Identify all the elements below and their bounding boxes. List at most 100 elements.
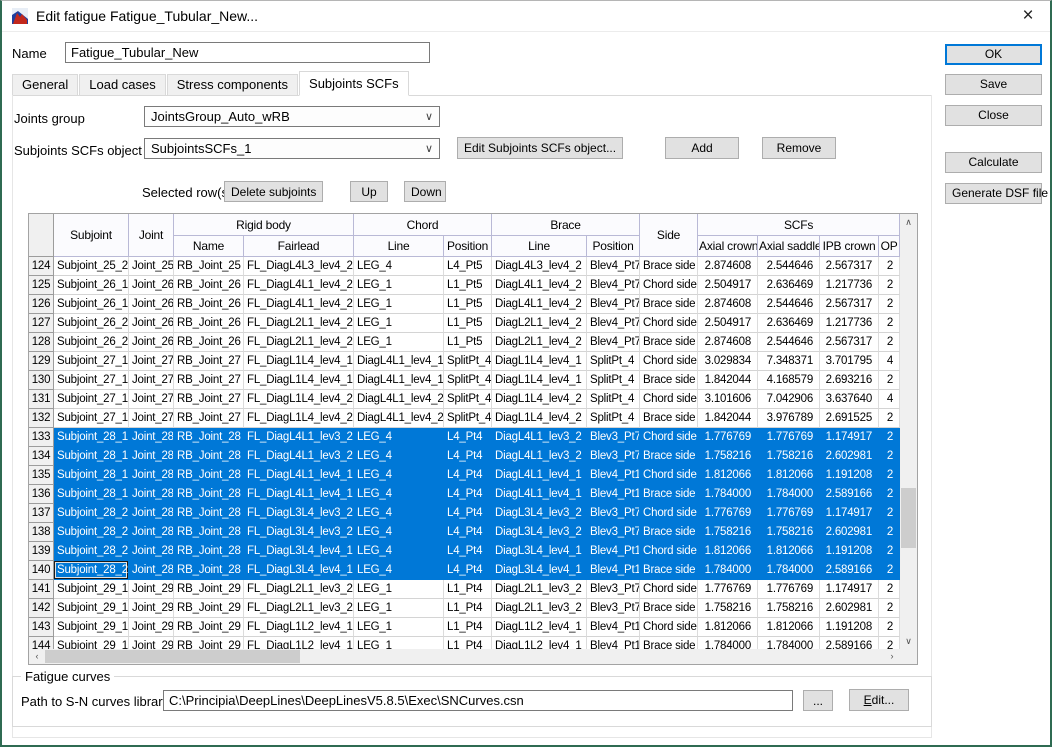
cell[interactable]: 2.602981 bbox=[820, 523, 880, 542]
cell[interactable]: 1.812066 bbox=[698, 542, 759, 561]
cell[interactable]: 2.567317 bbox=[820, 333, 880, 352]
cell[interactable]: Blev4_Pt1 bbox=[587, 542, 641, 561]
cell[interactable]: SplitPt_4 bbox=[587, 390, 641, 409]
cell[interactable]: DiagL4L1_lev4_1 bbox=[492, 466, 588, 485]
row-number[interactable]: 128 bbox=[29, 333, 54, 352]
cell[interactable]: Joint_25 bbox=[129, 257, 174, 276]
cell[interactable]: RB_Joint_25 bbox=[174, 257, 244, 276]
cell[interactable]: L4_Pt4 bbox=[444, 485, 493, 504]
cell[interactable]: RB_Joint_29 bbox=[174, 637, 244, 649]
cell[interactable]: 2.567317 bbox=[820, 295, 880, 314]
cell[interactable]: DiagL4L1_lev4_2 bbox=[354, 409, 445, 428]
cell[interactable]: L4_Pt4 bbox=[444, 504, 493, 523]
horizontal-scroll-thumb[interactable] bbox=[45, 650, 300, 663]
cell[interactable]: RB_Joint_28 bbox=[174, 428, 244, 447]
cell[interactable]: 2.693216 bbox=[820, 371, 880, 390]
cell[interactable]: Subjoint_27_1 bbox=[54, 352, 129, 371]
cell[interactable]: 2.636469 bbox=[758, 314, 821, 333]
cell[interactable]: Blev4_Pt7 bbox=[587, 333, 641, 352]
cell[interactable]: SplitPt_4 bbox=[444, 409, 493, 428]
cell[interactable]: Blev4_Pt1 bbox=[587, 618, 641, 637]
cell[interactable]: DiagL2L1_lev3_2 bbox=[492, 599, 588, 618]
cell[interactable]: L1_Pt4 bbox=[444, 637, 493, 649]
cell[interactable]: 1.812066 bbox=[758, 542, 821, 561]
cell[interactable]: Joint_27 bbox=[129, 409, 174, 428]
edit-sn-curves-button[interactable]: Edit... bbox=[849, 689, 909, 711]
cell[interactable]: 1.776769 bbox=[758, 580, 821, 599]
cell[interactable]: Chord side bbox=[640, 504, 699, 523]
cell[interactable]: RB_Joint_27 bbox=[174, 409, 244, 428]
cell[interactable]: L4_Pt4 bbox=[444, 466, 493, 485]
down-button[interactable]: Down bbox=[404, 181, 446, 202]
row-number[interactable]: 142 bbox=[29, 599, 54, 618]
cell[interactable]: FL_DiagL2L1_lev3_2 bbox=[244, 599, 355, 618]
cell[interactable]: DiagL1L2_lev4_1 bbox=[492, 618, 588, 637]
col-header-rb-fairlead[interactable]: Fairlead bbox=[244, 236, 355, 257]
cell[interactable]: 4 bbox=[879, 352, 900, 371]
cell[interactable]: 2 bbox=[879, 409, 900, 428]
cell[interactable]: Blev4_Pt7 bbox=[587, 276, 641, 295]
cell[interactable]: Joint_28 bbox=[129, 542, 174, 561]
cell[interactable]: SplitPt_4 bbox=[587, 352, 641, 371]
col-header-opb-crown[interactable]: OP bbox=[879, 236, 900, 257]
cell[interactable]: 2 bbox=[879, 314, 900, 333]
cell[interactable]: Subjoint_28_1 bbox=[54, 428, 129, 447]
generate-dsf-file-button[interactable]: Generate DSF file bbox=[945, 183, 1048, 204]
cell[interactable]: Subjoint_27_1 bbox=[54, 390, 129, 409]
scroll-up-icon[interactable]: ∧ bbox=[900, 214, 917, 230]
col-header-brace-position[interactable]: Position bbox=[587, 236, 641, 257]
cell[interactable]: L1_Pt4 bbox=[444, 599, 493, 618]
col-header-ipb-crown[interactable]: IPB crown bbox=[820, 236, 880, 257]
cell[interactable]: 2.567317 bbox=[820, 257, 880, 276]
cell[interactable]: 2.874608 bbox=[698, 257, 759, 276]
cell[interactable]: DiagL3L4_lev4_1 bbox=[492, 542, 588, 561]
cell[interactable]: 2.589166 bbox=[820, 637, 880, 649]
cell[interactable]: 2 bbox=[879, 295, 900, 314]
row-number[interactable]: 140 bbox=[29, 561, 54, 580]
cell[interactable]: RB_Joint_26 bbox=[174, 333, 244, 352]
cell[interactable]: 2 bbox=[879, 618, 900, 637]
cell[interactable]: Brace side bbox=[640, 637, 699, 649]
cell[interactable]: SplitPt_4 bbox=[587, 371, 641, 390]
cell[interactable]: Blev4_Pt1 bbox=[587, 485, 641, 504]
sn-path-input[interactable] bbox=[163, 690, 793, 711]
cell[interactable]: Subjoint_28_2 bbox=[54, 504, 129, 523]
cell[interactable]: DiagL2L1_lev3_2 bbox=[492, 580, 588, 599]
cell[interactable]: 1.776769 bbox=[698, 580, 759, 599]
cell[interactable]: 1.812066 bbox=[758, 618, 821, 637]
cell[interactable]: 2 bbox=[879, 428, 900, 447]
col-header-side[interactable]: Side bbox=[640, 214, 699, 257]
cell[interactable]: RB_Joint_27 bbox=[174, 352, 244, 371]
cell[interactable]: 4.168579 bbox=[758, 371, 821, 390]
cell[interactable]: 2 bbox=[879, 504, 900, 523]
cell[interactable]: DiagL2L1_lev4_2 bbox=[492, 333, 588, 352]
cell[interactable]: LEG_4 bbox=[354, 428, 445, 447]
cell[interactable]: 1.776769 bbox=[758, 504, 821, 523]
row-number[interactable]: 127 bbox=[29, 314, 54, 333]
cell[interactable]: Chord side bbox=[640, 542, 699, 561]
cell[interactable]: 1.758216 bbox=[758, 447, 821, 466]
cell[interactable]: 3.701795 bbox=[820, 352, 880, 371]
cell[interactable]: 2 bbox=[879, 523, 900, 542]
cell[interactable]: Joint_29 bbox=[129, 599, 174, 618]
cell[interactable]: RB_Joint_29 bbox=[174, 580, 244, 599]
cell[interactable]: FL_DiagL2L1_lev3_2 bbox=[244, 580, 355, 599]
cell[interactable]: LEG_4 bbox=[354, 466, 445, 485]
cell[interactable]: DiagL4L1_lev3_2 bbox=[492, 428, 588, 447]
cell[interactable]: 7.042906 bbox=[758, 390, 821, 409]
cell[interactable]: DiagL4L1_lev3_2 bbox=[492, 447, 588, 466]
cell[interactable]: RB_Joint_28 bbox=[174, 504, 244, 523]
cell[interactable]: Blev3_Pt7 bbox=[587, 447, 641, 466]
cell[interactable]: 2 bbox=[879, 485, 900, 504]
cell[interactable]: Chord side bbox=[640, 352, 699, 371]
cell[interactable]: FL_DiagL4L1_lev4_1 bbox=[244, 466, 355, 485]
joints-group-combobox[interactable]: JointsGroup_Auto_wRB ∨ bbox=[144, 106, 440, 127]
cell[interactable]: RB_Joint_28 bbox=[174, 542, 244, 561]
cell[interactable]: Joint_29 bbox=[129, 618, 174, 637]
col-header-joint[interactable]: Joint bbox=[129, 214, 174, 257]
cell[interactable]: 2 bbox=[879, 580, 900, 599]
cell[interactable]: FL_DiagL4L1_lev3_2 bbox=[244, 428, 355, 447]
col-header-chord-line[interactable]: Line bbox=[354, 236, 445, 257]
cell[interactable]: 3.976789 bbox=[758, 409, 821, 428]
cell[interactable]: LEG_1 bbox=[354, 618, 445, 637]
